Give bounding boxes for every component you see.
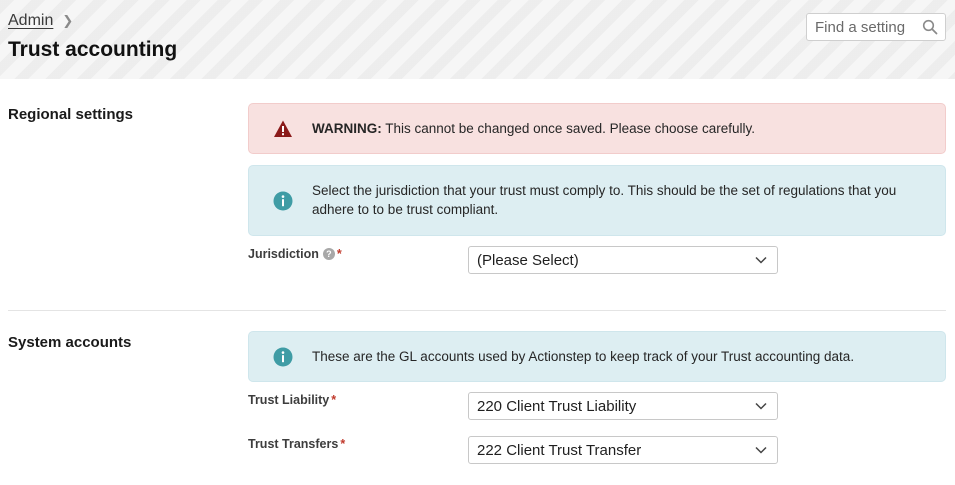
page-header: Admin ❯ Trust accounting	[0, 0, 955, 79]
trust-liability-label: Trust Liability *	[248, 393, 336, 407]
chevron-down-icon	[755, 446, 767, 454]
jurisdiction-label: Jurisdiction ? *	[248, 247, 342, 261]
search-icon[interactable]	[922, 19, 938, 35]
trust-liability-label-text: Trust Liability	[248, 393, 330, 407]
trust-transfers-selected-value: 222 Client Trust Transfer	[477, 441, 642, 459]
trust-transfers-select[interactable]: 222 Client Trust Transfer	[468, 436, 778, 464]
chevron-right-icon: ❯	[62, 13, 74, 28]
required-marker: *	[340, 437, 346, 451]
breadcrumb-admin-link[interactable]: Admin	[8, 12, 53, 30]
warning-text: WARNING: This cannot be changed once sav…	[312, 119, 925, 138]
jurisdiction-info-alert: Select the jurisdiction that your trust …	[248, 165, 946, 236]
info-icon	[273, 191, 293, 211]
jurisdiction-select[interactable]: (Please Select)	[468, 246, 778, 274]
warning-alert: WARNING: This cannot be changed once sav…	[248, 103, 946, 154]
trust-transfers-label: Trust Transfers *	[248, 437, 345, 451]
warning-label: WARNING:	[312, 121, 382, 136]
jurisdiction-selected-value: (Please Select)	[477, 251, 579, 269]
trust-liability-select[interactable]: 220 Client Trust Liability	[468, 392, 778, 420]
breadcrumb: Admin ❯	[8, 12, 73, 30]
info-icon	[273, 347, 293, 367]
warning-message: This cannot be changed once saved. Pleas…	[381, 121, 755, 136]
section-title-regional: Regional settings	[8, 106, 134, 123]
section-divider	[8, 310, 946, 311]
jurisdiction-info-text: Select the jurisdiction that your trust …	[312, 183, 897, 217]
trust-transfers-label-text: Trust Transfers	[248, 437, 339, 451]
help-icon[interactable]: ?	[322, 248, 335, 260]
required-marker: *	[336, 247, 342, 261]
system-info-text: These are the GL accounts used by Action…	[312, 349, 855, 364]
warning-icon	[274, 120, 292, 137]
section-title-system: System accounts	[8, 334, 132, 351]
chevron-down-icon	[755, 402, 767, 410]
page-title: Trust accounting	[8, 38, 178, 61]
system-info-alert: These are the GL accounts used by Action…	[248, 331, 946, 382]
required-marker: *	[331, 393, 337, 407]
jurisdiction-label-text: Jurisdiction	[248, 247, 319, 261]
chevron-down-icon	[755, 256, 767, 264]
trust-liability-selected-value: 220 Client Trust Liability	[477, 397, 637, 415]
search-box	[806, 13, 946, 41]
search-input[interactable]	[807, 15, 917, 39]
